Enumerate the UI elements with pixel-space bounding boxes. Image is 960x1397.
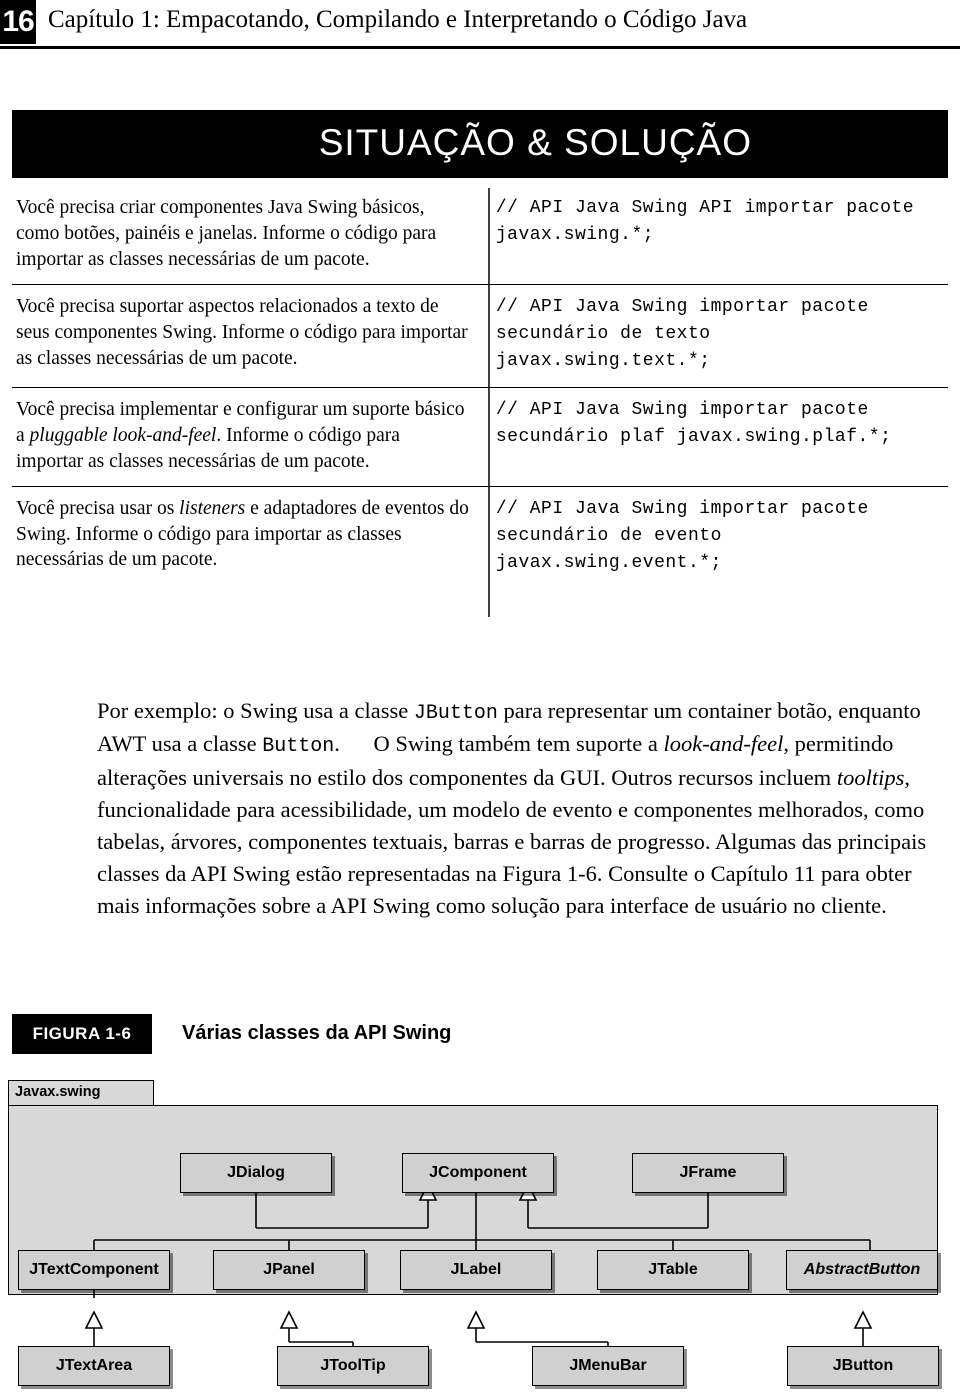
emphasis-lookandfeel: look-and-feel	[663, 731, 784, 757]
class-node-jcomponent[interactable]: JComponent	[402, 1153, 554, 1193]
table-row: Você precisa usar os listeners e adaptad…	[12, 486, 948, 589]
situation-solution-title: SITUAÇÃO & SOLUÇÃO	[318, 122, 752, 163]
header-rule	[0, 46, 960, 49]
situation-cell: Você precisa suportar aspectos relaciona…	[12, 284, 482, 388]
class-node-jtable[interactable]: JTable	[597, 1250, 749, 1290]
solution-text-1: // API Java Swing API importar pacote ja…	[495, 198, 915, 246]
table-row: Você precisa suportar aspectos relaciona…	[12, 284, 948, 388]
situation-text-2: Você precisa suportar aspectos relaciona…	[16, 295, 468, 369]
class-diagram: Javax.swing JDialog JComponent JFrame JT…	[8, 1080, 952, 1390]
class-node-jtextarea[interactable]: JTextArea	[18, 1346, 170, 1386]
solution-text-3: // API Java Swing importar pacote secund…	[495, 399, 892, 448]
emphasis-pluggable: pluggable look-and-feel	[29, 424, 217, 446]
solution-cell: // API Java Swing importar pacote secund…	[481, 387, 948, 487]
code-jbutton: JButton	[413, 702, 498, 725]
situation-text-1: Você precisa criar componentes Java Swin…	[16, 197, 437, 270]
page-number: 16	[0, 0, 36, 44]
class-node-jframe[interactable]: JFrame	[632, 1153, 784, 1193]
class-node-jdialog[interactable]: JDialog	[180, 1153, 332, 1193]
figure-label: FIGURA 1-6	[12, 1014, 152, 1054]
emphasis-listeners: listeners	[179, 497, 246, 519]
emphasis-tooltips: tooltips	[836, 764, 905, 790]
class-node-jpanel[interactable]: JPanel	[213, 1250, 365, 1290]
situation-solution-banner: SITUAÇÃO & SOLUÇÃO	[12, 110, 948, 178]
class-node-jtextcomponent[interactable]: JTextComponent	[18, 1250, 170, 1290]
situation-cell: Você precisa criar componentes Java Swin…	[12, 186, 482, 285]
class-node-jlabel[interactable]: JLabel	[400, 1250, 552, 1290]
body-paragraph: Por exemplo: o Swing usa a classe JButto…	[97, 698, 927, 918]
situation-solution-table: Você precisa criar componentes Java Swin…	[12, 186, 948, 589]
solution-cell: // API Java Swing importar pacote secund…	[481, 284, 948, 388]
solution-cell: // API Java Swing API importar pacote ja…	[481, 186, 948, 285]
class-node-jbutton[interactable]: JButton	[787, 1346, 939, 1386]
solution-text-2: // API Java Swing importar pacote secund…	[495, 296, 869, 372]
class-node-jtooltip[interactable]: JToolTip	[277, 1346, 429, 1386]
code-button: Button	[262, 735, 335, 759]
class-node-abstractbutton[interactable]: AbstractButton	[786, 1250, 938, 1290]
table-row: Você precisa criar componentes Java Swin…	[12, 186, 948, 285]
solution-cell: // API Java Swing importar pacote secund…	[482, 486, 948, 589]
situation-cell: Você precisa implementar e configurar um…	[12, 387, 482, 487]
figure-caption: Várias classes da API Swing	[182, 1022, 452, 1044]
page-header: 16 Capítulo 1: Empacotando, Compilando e…	[0, 0, 960, 49]
situation-cell: Você precisa usar os listeners e adaptad…	[16, 497, 469, 571]
solution-text-4: // API Java Swing importar pacote secund…	[495, 498, 869, 574]
package-tab-label: Javax.swing	[15, 1084, 101, 1100]
table-row: Você precisa implementar e configurar um…	[12, 387, 948, 487]
class-node-jmenubar[interactable]: JMenuBar	[532, 1346, 684, 1386]
chapter-title: Capítulo 1: Empacotando, Compilando e In…	[48, 6, 748, 33]
